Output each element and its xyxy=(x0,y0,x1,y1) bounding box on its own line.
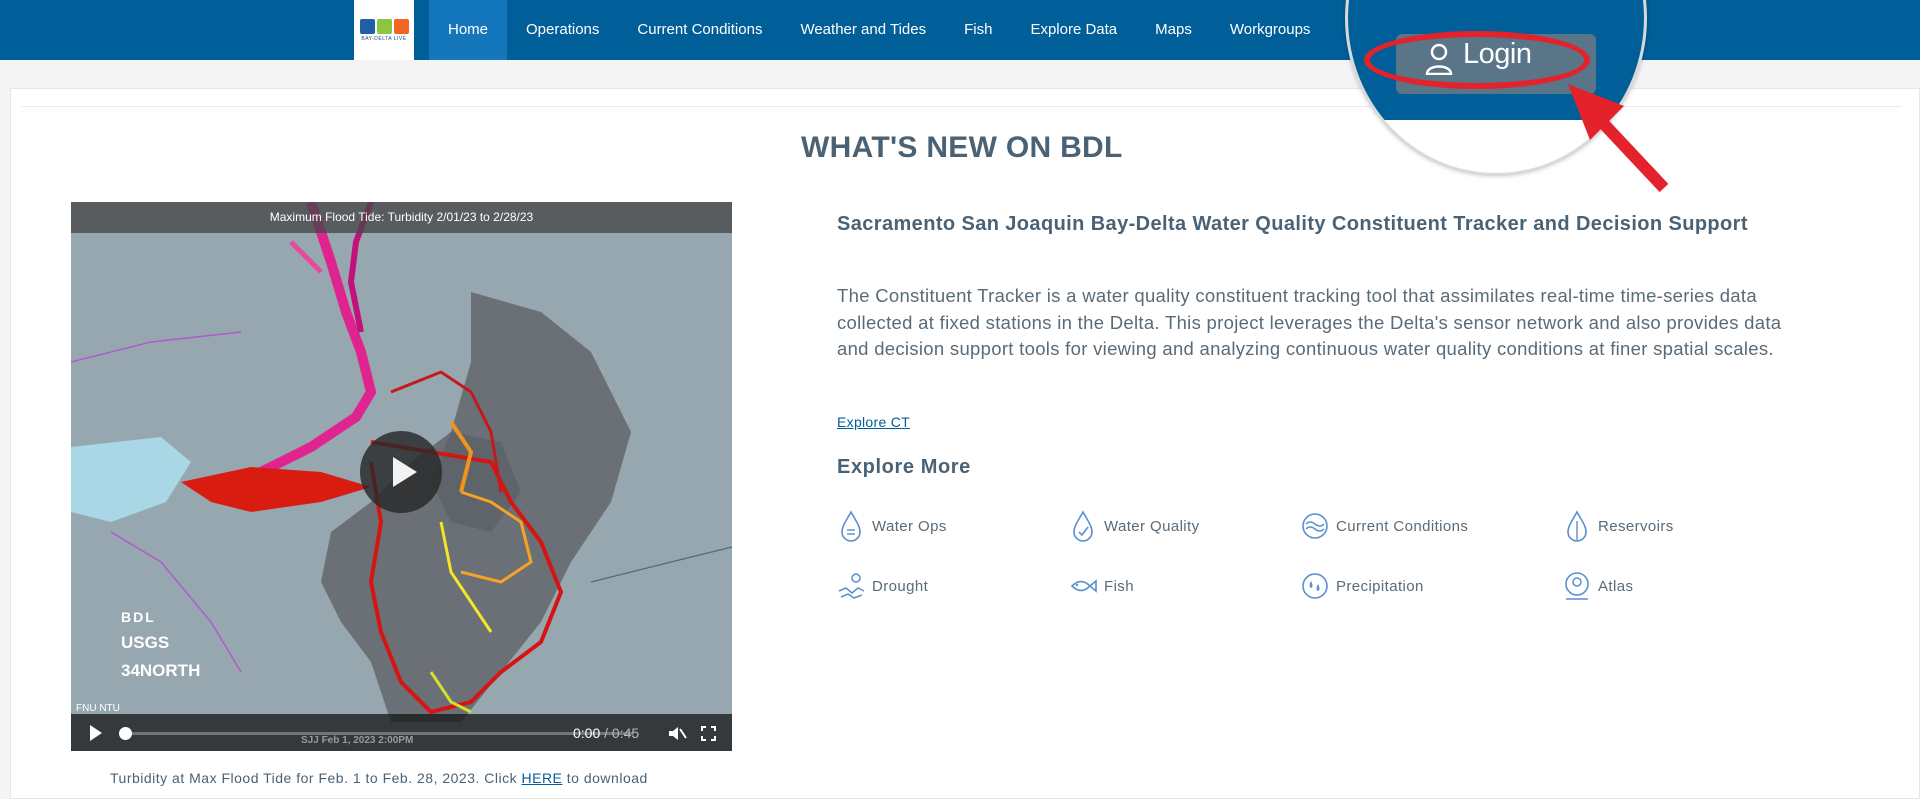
time-current: 0:00 xyxy=(573,725,601,741)
explore-label-water-quality: Water Quality xyxy=(1104,517,1200,535)
atlas-icon xyxy=(1565,572,1589,600)
page-title: WHAT'S NEW ON BDL xyxy=(801,131,1123,164)
nav-item-explore-data[interactable]: Explore Data xyxy=(1011,0,1136,60)
colorbar-label: FNU NTU xyxy=(76,703,120,714)
explore-label-fish: Fish xyxy=(1104,577,1134,595)
time-display: 0:00 / 0:45 xyxy=(573,725,639,741)
nav-item-fish[interactable]: Fish xyxy=(945,0,1011,60)
nav-item-current-conditions[interactable]: Current Conditions xyxy=(618,0,781,60)
nav-item-home[interactable]: Home xyxy=(429,0,508,60)
explore-label-drought: Drought xyxy=(872,577,929,595)
time-separator: / xyxy=(604,725,609,741)
video-caption: Turbidity at Max Flood Tide for Feb. 1 t… xyxy=(110,770,648,786)
explore-label-water-ops: Water Ops xyxy=(872,517,947,535)
explore-ct-link[interactable]: Explore CT xyxy=(837,414,910,430)
caption-text: Turbidity at Max Flood Tide for Feb. 1 t… xyxy=(110,770,522,786)
logo-tiles xyxy=(359,18,409,34)
explore-label-precipitation: Precipitation xyxy=(1336,577,1424,595)
article-body: The Constituent Tracker is a water quali… xyxy=(837,285,1782,359)
play-button[interactable] xyxy=(360,431,442,513)
water-quality-icon xyxy=(1073,510,1093,542)
explore-label-atlas: Atlas xyxy=(1598,577,1634,595)
nav-item-weather-and-tides[interactable]: Weather and Tides xyxy=(781,0,945,60)
nav-menu: Home Operations Current Conditions Weath… xyxy=(429,0,1378,60)
explore-item-water-quality[interactable]: Water Quality xyxy=(1068,509,1200,543)
fullscreen-icon[interactable] xyxy=(701,726,716,741)
bdl-logo: BDL xyxy=(121,609,156,625)
pointer-arrow-icon xyxy=(1568,84,1669,193)
explore-item-drought[interactable]: Drought xyxy=(836,569,928,603)
mute-icon[interactable] xyxy=(669,726,687,741)
nav-item-maps[interactable]: Maps xyxy=(1136,0,1211,60)
precipitation-icon xyxy=(1302,573,1328,599)
explore-item-fish[interactable]: Fish xyxy=(1068,569,1134,603)
time-duration: 0:45 xyxy=(611,725,640,741)
nav-item-operations[interactable]: Operations xyxy=(507,0,618,60)
explore-item-atlas[interactable]: Atlas xyxy=(1562,569,1633,603)
caption-suffix: to download xyxy=(562,770,648,786)
explore-label-current-conditions: Current Conditions xyxy=(1336,517,1469,535)
control-play-icon[interactable] xyxy=(90,725,102,741)
explore-item-water-ops[interactable]: Water Ops xyxy=(836,509,947,543)
video-overlay-title: Maximum Flood Tide: Turbidity 2/01/23 to… xyxy=(71,202,732,233)
nav-item-workgroups[interactable]: Workgroups xyxy=(1211,0,1330,60)
current-conditions-icon xyxy=(1302,513,1328,539)
video-player[interactable]: Maximum Flood Tide: Turbidity 2/01/23 to… xyxy=(71,202,732,751)
logo-text: BAY-DELTA LIVE xyxy=(361,35,407,42)
usgs-logo: USGS xyxy=(121,633,170,652)
video-datestamp: SJJ Feb 1, 2023 2:00PM xyxy=(301,735,414,746)
download-link[interactable]: HERE xyxy=(522,770,563,786)
site-logo[interactable]: BAY-DELTA LIVE xyxy=(354,0,414,60)
explore-item-precipitation[interactable]: Precipitation xyxy=(1300,569,1424,603)
explore-item-reservoirs[interactable]: Reservoirs xyxy=(1562,509,1674,543)
explore-item-current-conditions[interactable]: Current Conditions xyxy=(1300,509,1468,543)
progress-handle[interactable] xyxy=(119,727,132,740)
explore-label-reservoirs: Reservoirs xyxy=(1598,517,1674,535)
water-ops-icon xyxy=(841,510,861,542)
login-highlight-ring xyxy=(1364,31,1590,89)
article-title: Sacramento San Joaquin Bay-Delta Water Q… xyxy=(837,213,1748,235)
reservoirs-icon xyxy=(1567,510,1587,542)
34north-logo: 34NORTH xyxy=(121,661,201,680)
partner-logos: BDL USGS 34NORTH xyxy=(121,609,200,681)
fish-icon xyxy=(1070,579,1097,593)
drought-icon xyxy=(838,573,865,599)
explore-more-title: Explore More xyxy=(837,456,971,478)
